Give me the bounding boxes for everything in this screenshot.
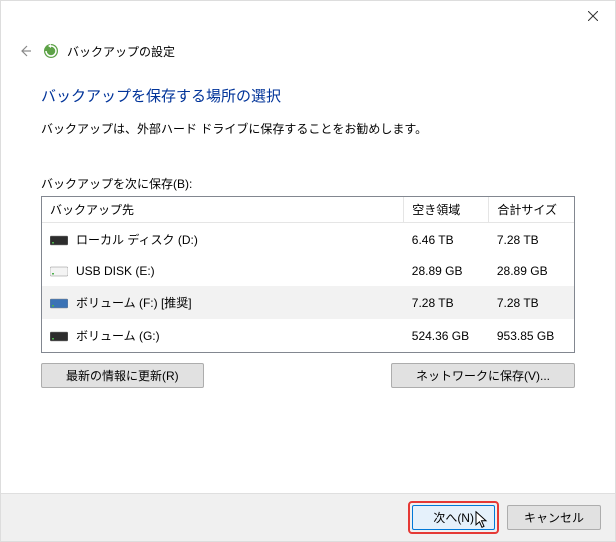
next-highlight: 次へ(N) xyxy=(408,501,499,534)
titlebar xyxy=(1,1,615,31)
page-subtext: バックアップは、外部ハード ドライブに保存することをお勧めします。 xyxy=(41,120,575,137)
table-row[interactable]: ボリューム (F:) [推奨] 7.28 TB7.28 TB xyxy=(42,286,574,319)
drive-name: ボリューム (G:) xyxy=(76,327,160,344)
drive-icon xyxy=(50,233,68,247)
close-button[interactable] xyxy=(571,1,615,31)
drive-free: 524.36 GB xyxy=(404,319,489,352)
table-row[interactable]: USB DISK (E:) 28.89 GB28.89 GB xyxy=(42,256,574,286)
cancel-button[interactable]: キャンセル xyxy=(507,505,601,530)
drive-icon xyxy=(50,264,68,278)
drive-free: 7.28 TB xyxy=(404,286,489,319)
network-save-button[interactable]: ネットワークに保存(V)... xyxy=(391,363,575,388)
close-icon xyxy=(588,11,598,21)
content-area: バックアップを保存する場所の選択 バックアップは、外部ハード ドライブに保存する… xyxy=(1,63,615,398)
drive-icon xyxy=(50,296,68,310)
header-row: バックアップの設定 xyxy=(1,31,615,63)
col-destination[interactable]: バックアップ先 xyxy=(42,197,404,223)
drive-table-wrap: バックアップ先 空き領域 合計サイズ ローカル ディスク (D:) 6.46 TB… xyxy=(41,196,575,353)
footer: 次へ(N) キャンセル xyxy=(1,493,615,541)
col-free[interactable]: 空き領域 xyxy=(404,197,489,223)
col-total[interactable]: 合計サイズ xyxy=(489,197,574,223)
drive-name: ボリューム (F:) [推奨] xyxy=(76,294,192,311)
drive-total: 7.28 TB xyxy=(489,223,574,257)
app-name: バックアップの設定 xyxy=(67,43,175,60)
drive-icon xyxy=(50,329,68,343)
refresh-button[interactable]: 最新の情報に更新(R) xyxy=(41,363,204,388)
drive-name: USB DISK (E:) xyxy=(76,264,155,278)
drive-free: 6.46 TB xyxy=(404,223,489,257)
drive-total: 953.85 GB xyxy=(489,319,574,352)
page-heading: バックアップを保存する場所の選択 xyxy=(41,85,575,106)
drive-name: ローカル ディスク (D:) xyxy=(76,231,198,248)
backup-icon xyxy=(43,43,59,59)
back-arrow-icon xyxy=(16,42,34,60)
drive-free: 28.89 GB xyxy=(404,256,489,286)
drive-total: 7.28 TB xyxy=(489,286,574,319)
drive-table: バックアップ先 空き領域 合計サイズ ローカル ディスク (D:) 6.46 TB… xyxy=(42,197,574,352)
next-button[interactable]: 次へ(N) xyxy=(412,505,495,530)
list-label: バックアップを次に保存(B): xyxy=(41,175,575,192)
table-header-row: バックアップ先 空き領域 合計サイズ xyxy=(42,197,574,223)
drive-total: 28.89 GB xyxy=(489,256,574,286)
table-row[interactable]: ローカル ディスク (D:) 6.46 TB7.28 TB xyxy=(42,223,574,257)
table-row[interactable]: ボリューム (G:) 524.36 GB953.85 GB xyxy=(42,319,574,352)
back-button[interactable] xyxy=(15,41,35,61)
button-row: 最新の情報に更新(R) ネットワークに保存(V)... xyxy=(41,363,575,388)
